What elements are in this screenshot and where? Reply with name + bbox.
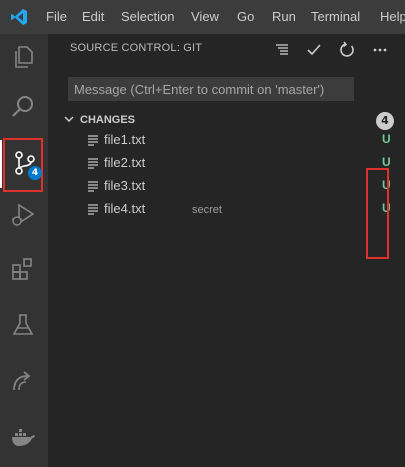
menu-terminal[interactable]: Terminal: [311, 9, 360, 24]
activity-remote[interactable]: [0, 358, 48, 406]
check-icon[interactable]: [304, 40, 324, 60]
activity-extensions[interactable]: [0, 246, 48, 294]
panel-title: SOURCE CONTROL: GIT: [70, 42, 203, 54]
menu-view[interactable]: View: [191, 9, 219, 24]
source-control-highlight: [3, 138, 43, 192]
menu-file[interactable]: File: [46, 9, 67, 24]
list-icon[interactable]: [272, 40, 292, 60]
activity-search[interactable]: [0, 84, 48, 132]
text-file-icon: [88, 158, 98, 169]
more-icon[interactable]: [370, 40, 390, 60]
file-name: file1.txt: [104, 132, 146, 147]
file-row[interactable]: file2.txt U: [86, 153, 391, 175]
status-column-highlight: [366, 168, 389, 259]
activity-bar: [0, 34, 48, 467]
file-name: file3.txt: [104, 178, 146, 193]
flask-icon: [12, 314, 34, 335]
menu-selection[interactable]: Selection: [121, 9, 174, 24]
file-description: secret: [192, 204, 222, 216]
menu-edit[interactable]: Edit: [82, 9, 104, 24]
file-name: file4.txt: [104, 201, 146, 216]
file-row[interactable]: file3.txt U: [86, 176, 391, 198]
changes-label: CHANGES: [80, 114, 136, 126]
changes-count-badge: 4: [376, 112, 394, 130]
chevron-down-icon: [64, 116, 74, 123]
remote-icon: [13, 371, 31, 391]
activity-testing[interactable]: [0, 302, 48, 350]
search-icon: [12, 96, 33, 117]
file-status: U: [382, 132, 391, 146]
source-control-panel: SOURCE CONTROL: GIT CHANGES 4 file1.txt: [48, 34, 405, 467]
commit-message-input[interactable]: [68, 77, 354, 101]
text-file-icon: [88, 204, 98, 215]
file-row[interactable]: file1.txt U: [86, 130, 391, 152]
files-icon: [15, 46, 33, 68]
menu-go[interactable]: Go: [237, 9, 254, 24]
source-control-badge: 4: [28, 166, 42, 180]
menu-run[interactable]: Run: [272, 9, 296, 24]
vscode-logo-icon: [11, 9, 27, 25]
activity-docker[interactable]: [0, 414, 48, 462]
refresh-icon[interactable]: [337, 40, 357, 60]
activity-explorer[interactable]: [0, 34, 48, 82]
file-name: file2.txt: [104, 155, 146, 170]
docker-icon: [12, 429, 35, 446]
file-status: U: [382, 155, 391, 169]
extensions-icon: [12, 258, 32, 280]
activity-run-debug[interactable]: [0, 192, 48, 240]
menu-help[interactable]: Help: [380, 9, 405, 24]
text-file-icon: [88, 135, 98, 146]
changes-section-header[interactable]: CHANGES 4: [62, 112, 402, 130]
run-debug-icon: [12, 203, 35, 226]
title-bar: File Edit Selection View Go Run Terminal…: [0, 0, 405, 34]
file-row[interactable]: file4.txt secret U: [86, 199, 391, 221]
text-file-icon: [88, 181, 98, 192]
